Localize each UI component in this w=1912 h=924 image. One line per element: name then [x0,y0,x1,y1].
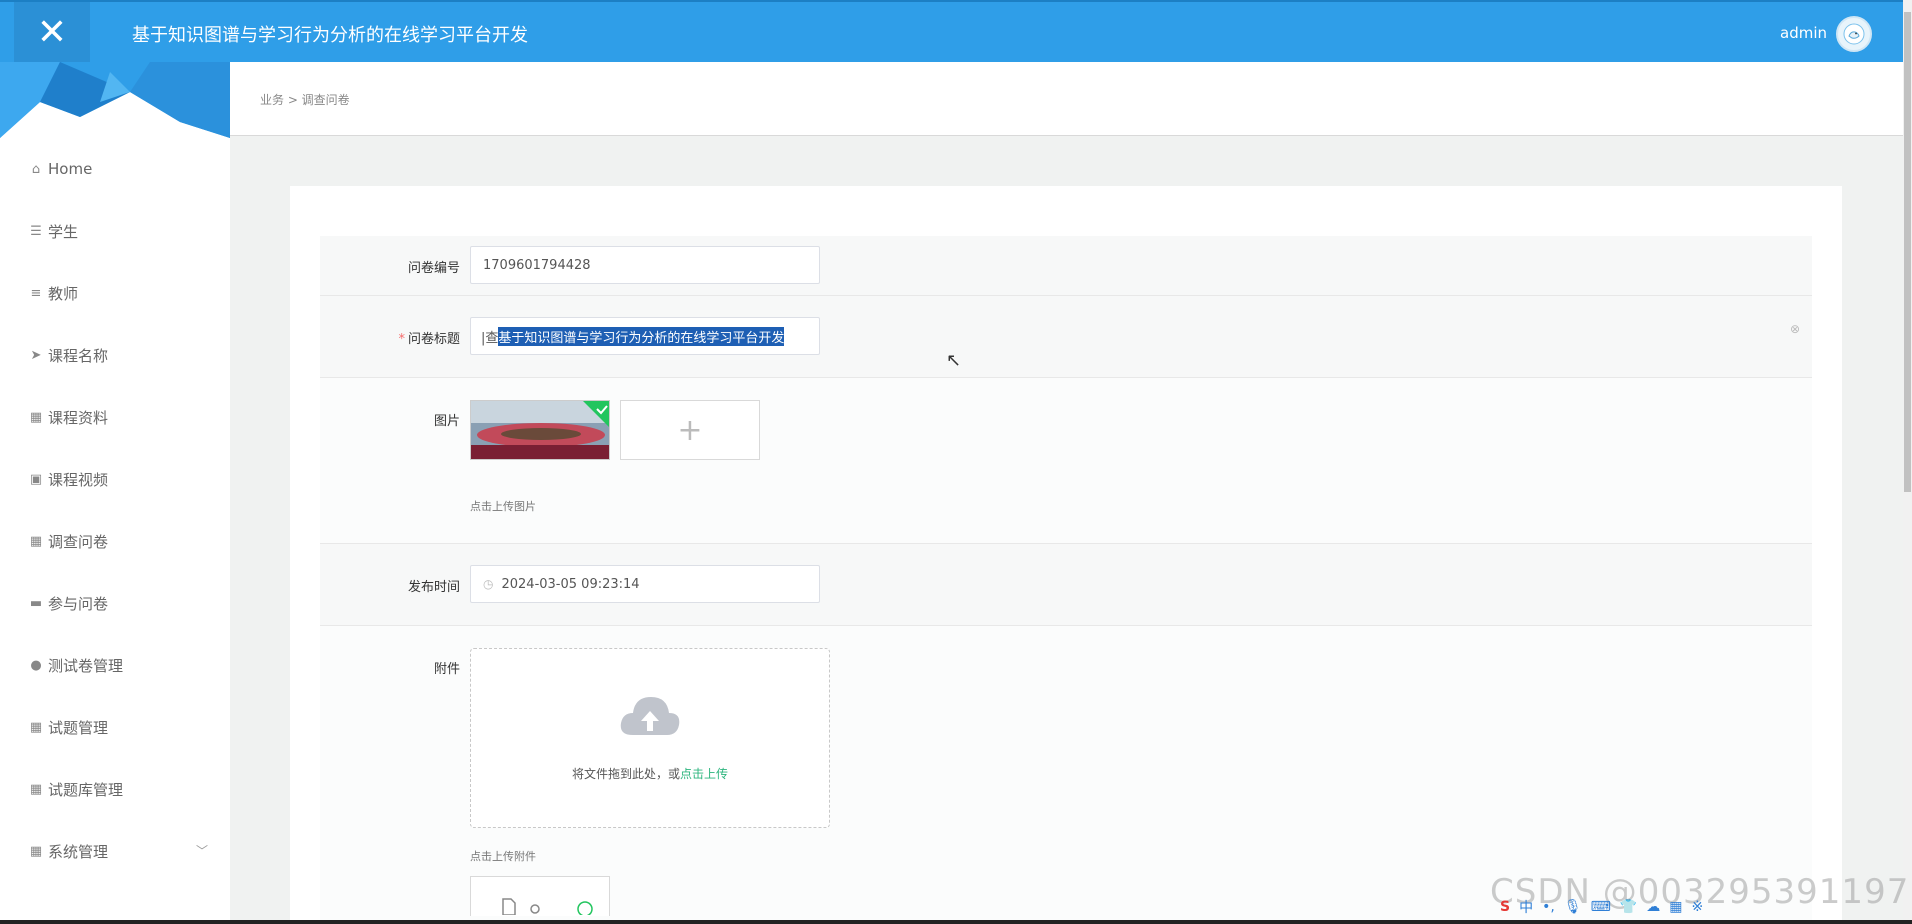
mouse-cursor-icon: ↖ [946,350,962,371]
sidebar-item-label: 试题库管理 [48,780,124,799]
sidebar-item-course-names[interactable]: ➤ 课程名称 [0,324,230,386]
survey-no-row: 问卷编号 1709601794428 [320,236,1812,296]
title-selected-text: 基于知识图谱与学习行为分析的在线学习平台开发 [498,326,785,346]
ticket-icon: ▬ [29,595,43,611]
required-mark: * [398,332,405,347]
sidebar: ⌂ Home ☰ 学生 ≡ 教师 ➤ 课程名称 ▦ 课程资料 ▣ 课程视频 ▦ 调查问卷 ▬ 参… [0,62,230,924]
attachment-dropzone[interactable]: 将文件拖到此处，或点击上传 [470,648,830,828]
sidebar-item-label: 测试卷管理 [48,656,124,675]
upload-text: 将文件拖到此处，或 [571,767,680,781]
sidebar-item-students[interactable]: ☰ 学生 [0,200,230,262]
sidebar-item-test-papers[interactable]: ● 测试卷管理 [0,634,230,696]
app-title: 基于知识图谱与学习行为分析的在线学习平台开发 [132,25,528,46]
sidebar-item-label: 课程资料 [48,408,109,427]
microphone-icon[interactable]: 🎙 [1564,899,1582,915]
grid-icon: ▦ [29,843,43,859]
settings-icon[interactable]: ※ [1691,899,1703,915]
sidebar-item-course-materials[interactable]: ▦ 课程资料 [0,386,230,448]
breadcrumb-bar: 业务 > 调查问卷 [230,62,1903,136]
title-input[interactable]: |查 基于知识图谱与学习行为分析的在线学习平台开发 [470,317,820,355]
sidebar-banner [0,62,230,138]
sidebar-item-surveys[interactable]: ▦ 调查问卷 [0,510,230,572]
survey-no-value: 1709601794428 [483,257,591,273]
landscape-photo-image [471,401,609,459]
send-icon: ➤ [30,347,42,363]
decorative-banner-image [0,62,230,138]
keyboard-icon[interactable]: ⌨ [1591,899,1611,915]
upload-link[interactable]: 点击上传 [680,767,728,781]
ime-punctuation-icon[interactable]: •, [1542,899,1555,915]
title-prefix: |查 [481,330,499,346]
grid-icon: ▦ [29,533,43,549]
top-bar: ✕ 基于知识图谱与学习行为分析的在线学习平台开发 admin [0,0,1903,62]
sidebar-item-label: Home [48,160,93,178]
upload-instruction: 将文件拖到此处，或点击上传 [471,765,829,782]
grid-icon: ▦ [29,409,43,425]
sidebar-item-label: 课程名称 [48,346,109,365]
survey-no-input[interactable]: 1709601794428 [470,246,820,284]
skin-icon[interactable]: 👕 [1620,899,1637,915]
breadcrumb: 业务 > 调查问卷 [260,93,350,107]
attachment-hint: 点击上传附件 [470,850,536,863]
add-image-button[interactable]: + [620,400,760,460]
sogou-icon[interactable]: S [1500,899,1510,915]
scrollbar-thumb[interactable] [1904,12,1911,492]
survey-no-label: 问卷编号 [407,261,460,276]
sidebar-item-label: 参与问卷 [48,594,109,613]
uploaded-image-thumbnail[interactable] [470,400,610,460]
taskbar-edge [0,920,1912,924]
sidebar-item-label: 系统管理 [48,842,109,861]
clear-icon[interactable]: ⊗ [1790,322,1800,336]
publish-label: 发布时间 [407,580,460,595]
sidebar-item-label: 教师 [48,284,79,303]
grid-icon: ▦ [29,719,43,735]
clipboard-icon: ▣ [29,471,43,487]
sidebar-item-label: 调查问卷 [48,532,109,551]
sidebar-item-label: 课程视频 [48,470,109,489]
sidebar-item-survey-participation[interactable]: ▬ 参与问卷 [0,572,230,634]
sidebar-item-questions[interactable]: ▦ 试题管理 [0,696,230,758]
sidebar-item-teachers[interactable]: ≡ 教师 [0,262,230,324]
publish-date-input[interactable]: ◷ 2024-03-05 09:23:14 [470,565,820,603]
ime-chinese-mode[interactable]: 中 [1519,897,1533,917]
attachment-label: 附件 [433,662,460,677]
user-name[interactable]: admin [1780,24,1827,42]
image-row: 图片 + 点击上传图片 [320,378,1812,544]
toolbox-icon[interactable]: ▦ [1669,899,1682,915]
publish-row: 发布时间 ◷ 2024-03-05 09:23:14 [320,544,1812,626]
chevron-down-icon: ﹀ [195,844,208,858]
image-label: 图片 [433,414,460,429]
user-icon: ● [30,657,42,673]
close-icon[interactable]: ✕ [14,2,90,62]
image-hint: 点击上传图片 [470,500,536,513]
cloud-icon[interactable]: ☁ [1646,899,1660,915]
title-row: * 问卷标题 |查 基于知识图谱与学习行为分析的在线学习平台开发 ⊗ [320,296,1812,378]
sidebar-item-system[interactable]: ▦ 系统管理 ﹀ [0,820,230,882]
plus-icon: + [677,412,703,448]
list-icon: ≡ [30,285,42,301]
sidebar-menu: ⌂ Home ☰ 学生 ≡ 教师 ➤ 课程名称 ▦ 课程资料 ▣ 课程视频 ▦ 调查问卷 ▬ 参… [0,138,230,882]
home-icon: ⌂ [31,161,41,177]
sliders-icon: ☰ [30,223,42,239]
title-label-text: 问卷标题 [407,332,460,347]
grid-icon: ▦ [29,781,43,797]
sidebar-item-course-videos[interactable]: ▣ 课程视频 [0,448,230,510]
publish-date-value: 2024-03-05 09:23:14 [501,576,640,592]
attachment-file-card[interactable] [470,876,610,916]
avatar[interactable] [1836,16,1872,52]
page-scrollbar[interactable] [1903,0,1912,924]
sidebar-item-home[interactable]: ⌂ Home [0,138,230,200]
duck-avatar-icon [1843,23,1865,45]
cloud-upload-icon [620,697,680,735]
title-label: * 问卷标题 [320,328,460,347]
sidebar-item-question-bank[interactable]: ▦ 试题库管理 [0,758,230,820]
clock-icon: ◷ [483,577,494,591]
file-icon [502,898,593,915]
ime-toolbar: S 中 •, 🎙 ⌨ 👕 ☁ ▦ ※ [1500,894,1703,920]
sidebar-item-label: 学生 [48,222,79,241]
form-panel: 问卷编号 1709601794428 * 问卷标题 |查 基于知识图谱与学习行为分析… [290,186,1842,924]
sidebar-item-label: 试题管理 [48,718,109,737]
